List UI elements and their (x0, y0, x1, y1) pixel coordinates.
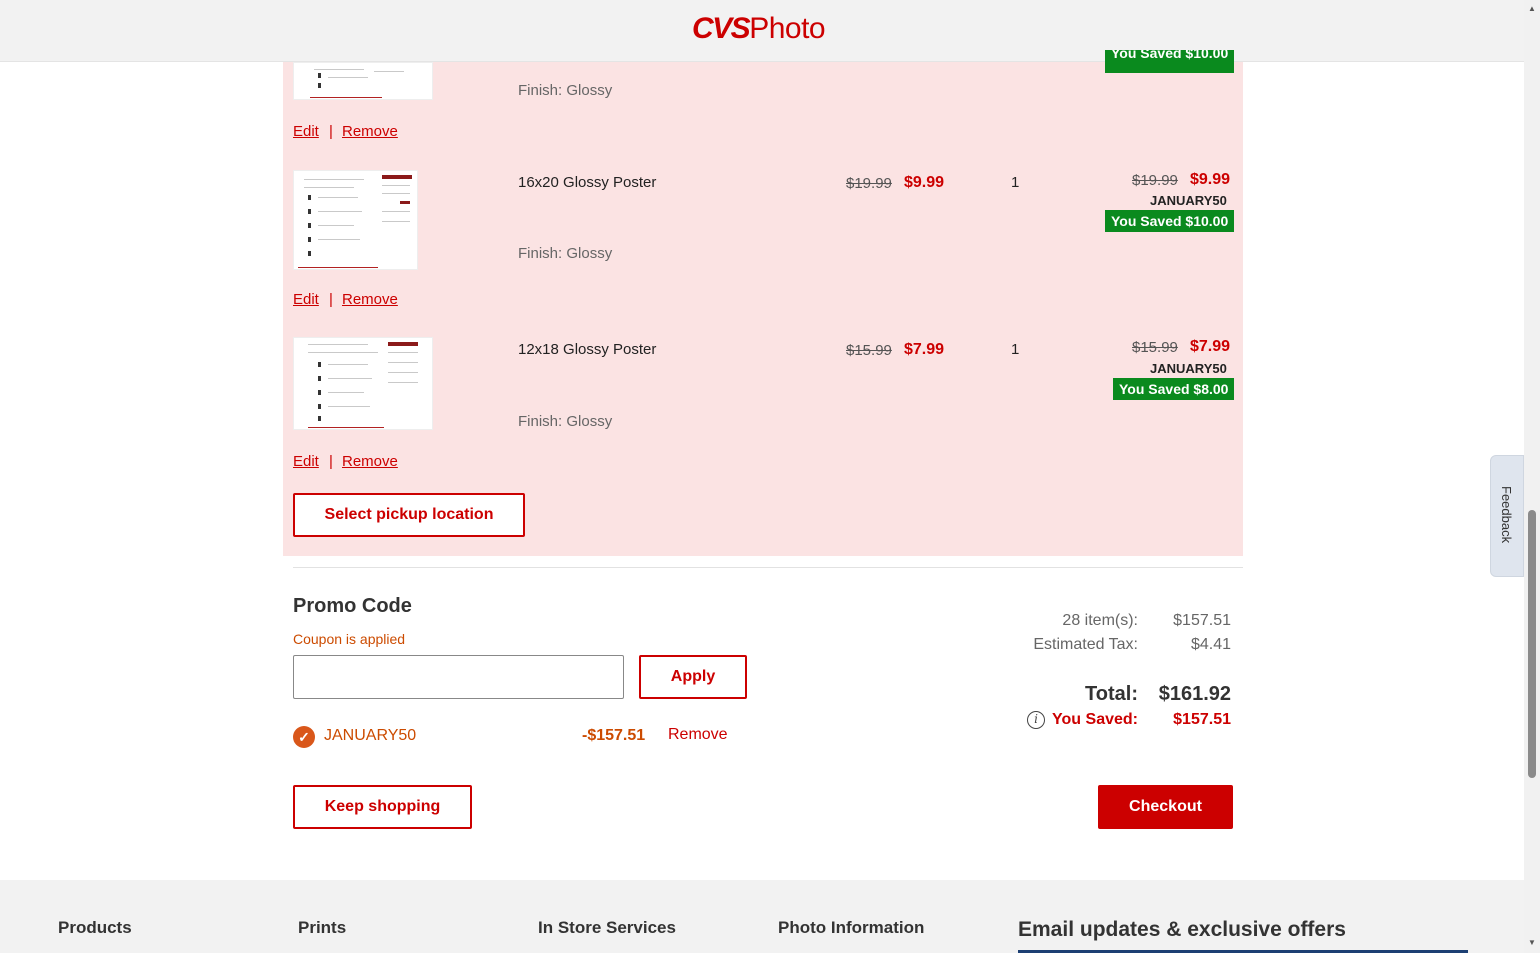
item-original-price: $19.99 (846, 175, 892, 192)
item-finish: Finish: Glossy (518, 413, 613, 430)
you-saved-badge: You Saved $10.00 (1105, 210, 1235, 232)
item-total-original: $15.99 (1132, 339, 1178, 356)
apply-promo-button[interactable]: Apply (639, 655, 747, 699)
total-value: $161.92 (1158, 683, 1231, 705)
you-saved-value: $157.51 (1173, 711, 1231, 728)
link-separator: | (329, 123, 333, 140)
page-scrollbar[interactable]: ▲ ▼ (1524, 0, 1540, 953)
coupon-status: Coupon is applied (293, 631, 406, 647)
applied-coupon-amount: -$157.51 (582, 727, 646, 744)
item-original-price: $15.99 (846, 342, 892, 359)
edit-link[interactable]: Edit (293, 291, 319, 308)
item-quantity: 1 (1011, 341, 1020, 358)
item-name: 16x20 Glossy Poster (518, 174, 657, 191)
you-saved-badge: You Saved $8.00 (1113, 378, 1235, 400)
check-circle-icon: ✓ (293, 726, 315, 748)
item-sale-price: $9.99 (904, 174, 945, 191)
item-thumbnail-partial[interactable] (293, 62, 433, 100)
footer-heading-prints[interactable]: Prints (298, 918, 346, 938)
remove-coupon-link[interactable]: Remove (668, 726, 728, 744)
remove-link[interactable]: Remove (342, 123, 398, 140)
item-finish: Finish: Glossy (518, 82, 613, 99)
select-pickup-location-button[interactable]: Select pickup location (293, 493, 525, 537)
estimated-tax-value: $4.41 (1190, 636, 1231, 653)
applied-coupon-code: JANUARY50 (324, 727, 417, 744)
email-updates-heading: Email updates & exclusive offers (1018, 918, 1346, 941)
you-saved-badge: You Saved $10.00 (1105, 50, 1235, 73)
feedback-label: Feedback (1499, 486, 1514, 544)
item-name: 12x18 Glossy Poster (518, 341, 657, 358)
feedback-tab[interactable]: Feedback (1490, 455, 1524, 577)
link-separator: | (329, 453, 333, 470)
item-total-sale: $7.99 (1190, 338, 1231, 355)
scroll-thumb[interactable] (1528, 510, 1536, 778)
items-count-label: 28 item(s): (1062, 612, 1138, 629)
remove-link[interactable]: Remove (342, 291, 398, 308)
you-saved-label: You Saved: (1052, 711, 1138, 728)
promo-code-input[interactable] (293, 655, 624, 699)
site-header: CVSPhoto (0, 0, 1524, 62)
edit-link[interactable]: Edit (293, 123, 319, 140)
site-footer: Products Prints In Store Services Photo … (0, 880, 1524, 953)
pickup-cart-panel (283, 62, 1243, 556)
estimated-tax-label: Estimated Tax: (1033, 636, 1138, 653)
item-total-original: $19.99 (1132, 172, 1178, 189)
scroll-up-icon[interactable]: ▲ (1528, 4, 1536, 13)
edit-link[interactable]: Edit (293, 453, 319, 470)
remove-link[interactable]: Remove (342, 453, 398, 470)
footer-heading-photo-information[interactable]: Photo Information (778, 918, 924, 938)
item-total-sale: $9.99 (1190, 171, 1231, 188)
promo-code-heading: Promo Code (293, 595, 412, 617)
items-subtotal: $157.51 (1173, 612, 1231, 629)
footer-heading-in-store-services[interactable]: In Store Services (538, 918, 676, 938)
footer-heading-products[interactable]: Products (58, 918, 132, 938)
cvs-photo-logo[interactable]: CVSPhoto (692, 12, 826, 46)
link-separator: | (329, 291, 333, 308)
item-thumbnail[interactable] (293, 170, 418, 270)
section-divider (293, 567, 1243, 568)
total-label: Total: (1085, 683, 1138, 705)
item-thumbnail[interactable] (293, 337, 433, 430)
item-quantity: 1 (1011, 174, 1020, 191)
item-sale-price: $7.99 (904, 341, 945, 358)
keep-shopping-button[interactable]: Keep shopping (293, 785, 472, 829)
checkout-button[interactable]: Checkout (1098, 785, 1233, 829)
item-promo-code: JANUARY50 (1150, 193, 1227, 208)
item-finish: Finish: Glossy (518, 245, 613, 262)
scroll-down-icon[interactable]: ▼ (1528, 938, 1536, 947)
item-promo-code: JANUARY50 (1150, 361, 1227, 376)
